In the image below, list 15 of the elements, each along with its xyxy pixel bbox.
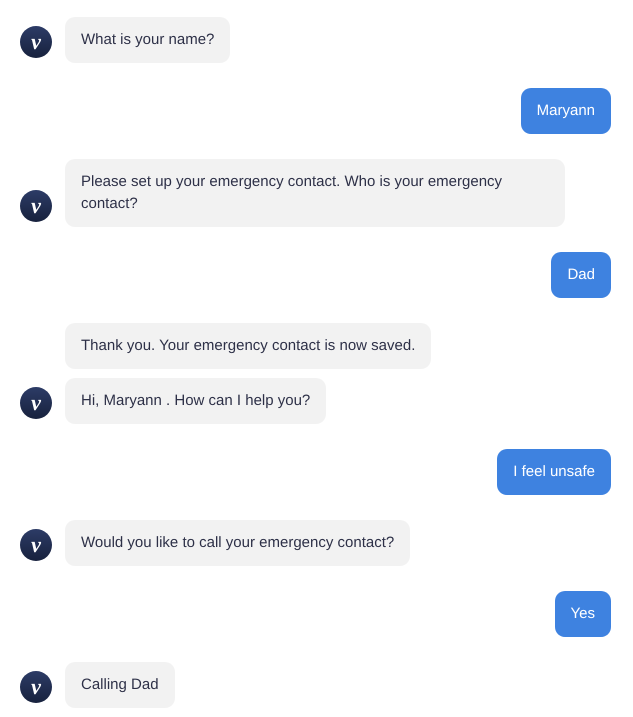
bot-message-bubble: Hi, Maryann . How can I help you?: [65, 378, 326, 424]
user-message-bubble: I feel unsafe: [497, 449, 611, 495]
bot-message-bubble: What is your name?: [65, 17, 230, 63]
user-message-bubble: Dad: [551, 252, 611, 298]
bot-avatar: v: [20, 671, 52, 703]
bot-message-bubble: Thank you. Your emergency contact is now saved.: [65, 323, 432, 369]
user-message-bubble: Yes: [554, 591, 611, 637]
bot-avatar: v: [20, 387, 52, 419]
bot-avatar: v: [20, 529, 52, 561]
bot-message-bubble: Would you like to call your emergency contact?: [65, 520, 410, 566]
bot-message-bubble: Please set up your emergency contact. Who is your emergency contact?: [65, 159, 565, 227]
bot-avatar: v: [20, 190, 52, 222]
bot-avatar: v: [20, 26, 52, 58]
user-message-bubble: Maryann: [520, 88, 611, 134]
bot-message-bubble: Calling Dad: [65, 662, 175, 708]
